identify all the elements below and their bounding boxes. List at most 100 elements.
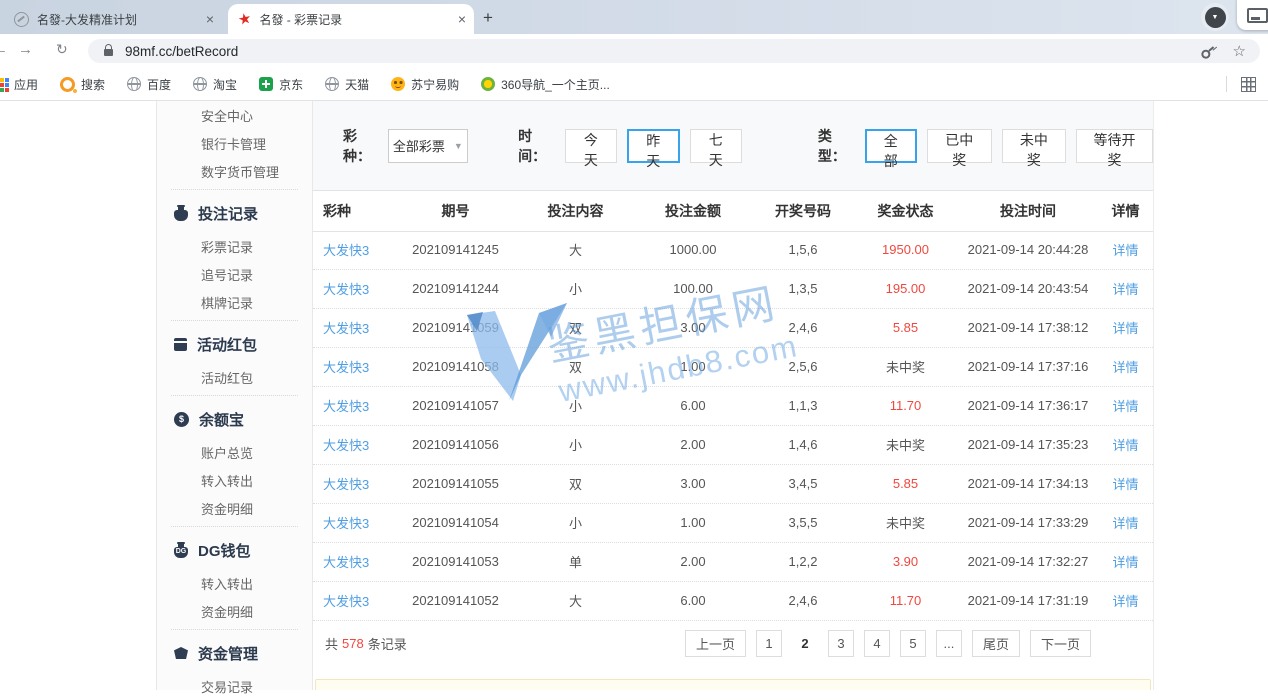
- sidebar-item-transfer-in-out[interactable]: 转入转出: [157, 466, 312, 494]
- bookmark-taobao[interactable]: 淘宝: [193, 76, 237, 93]
- bet-content: 小: [518, 513, 633, 532]
- lottery-link[interactable]: 大发快3: [313, 357, 393, 376]
- bookmark-apps[interactable]: 应用: [0, 76, 38, 93]
- bookmark-tmall[interactable]: 天猫: [325, 76, 369, 93]
- col-header-detail: 详情: [1098, 201, 1153, 221]
- bet-amount: 3.00: [633, 476, 753, 491]
- sidebar-section-bet-records[interactable]: 投注记录: [157, 194, 312, 232]
- bet-time: 2021-09-14 20:44:28: [958, 242, 1098, 257]
- tab-close-icon[interactable]: ×: [454, 11, 470, 27]
- new-tab-button[interactable]: +: [476, 6, 500, 30]
- sidebar-item-board-game-records[interactable]: 棋牌记录: [157, 288, 312, 316]
- lottery-link[interactable]: 大发快3: [313, 279, 393, 298]
- detail-link[interactable]: 详情: [1098, 396, 1153, 415]
- reload-button[interactable]: ↻: [56, 41, 68, 58]
- type-filter-all[interactable]: 全部: [865, 129, 917, 163]
- pagination-last-button[interactable]: 尾页: [972, 630, 1020, 657]
- issue-number: 202109141058: [393, 359, 518, 374]
- tab-bet-record[interactable]: 名發 - 彩票记录 ×: [228, 4, 474, 34]
- issue-number: 202109141244: [393, 281, 518, 296]
- type-filter-won[interactable]: 已中奖: [927, 129, 992, 163]
- type-filter-pending[interactable]: 等待开奖: [1076, 129, 1153, 163]
- detail-link[interactable]: 详情: [1098, 591, 1153, 610]
- bookmark-baidu[interactable]: 百度: [127, 76, 171, 93]
- sidebar-section-activity-red-packet[interactable]: 活动红包: [157, 325, 312, 363]
- lottery-link[interactable]: 大发快3: [313, 240, 393, 259]
- sidebar-item-chase-records[interactable]: 追号记录: [157, 260, 312, 288]
- time-filter-today[interactable]: 今天: [565, 129, 617, 163]
- pagination-page-4[interactable]: 4: [864, 630, 890, 657]
- pagination-ellipsis[interactable]: ...: [936, 630, 962, 657]
- url-text: 98mf.cc/betRecord: [125, 44, 1200, 59]
- sidebar-section-yuebao[interactable]: 余额宝: [157, 400, 312, 438]
- detail-link[interactable]: 详情: [1098, 279, 1153, 298]
- bookmark-jd[interactable]: 京东: [259, 76, 303, 93]
- sidebar-item-bank-card[interactable]: 银行卡管理: [157, 129, 312, 157]
- table-row: 大发快3 202109141057 小 6.00 1,1,3 11.70 202…: [313, 386, 1153, 426]
- pagination-next-button[interactable]: 下一页: [1030, 630, 1091, 657]
- lottery-select[interactable]: 全部彩票 ▼: [388, 129, 468, 163]
- bookmark-search[interactable]: 搜索: [60, 76, 105, 93]
- detail-link[interactable]: 详情: [1098, 240, 1153, 259]
- sidebar-section-fund-management[interactable]: 资金管理: [157, 634, 312, 672]
- sidebar-item-label: 转入转出: [201, 574, 253, 593]
- sidebar-item-account-overview[interactable]: 账户总览: [157, 438, 312, 466]
- draw-numbers: 1,3,5: [753, 281, 853, 296]
- sidebar-item-label: 转入转出: [201, 471, 253, 490]
- issue-number: 202109141245: [393, 242, 518, 257]
- prize-status: 3.90: [853, 554, 958, 569]
- type-filter-lost[interactable]: 未中奖: [1002, 129, 1067, 163]
- sidebar-item-dg-transfer-in-out[interactable]: 转入转出: [157, 569, 312, 597]
- tab-plan[interactable]: 名發-大发精准计划 ×: [10, 7, 218, 31]
- lottery-link[interactable]: 大发快3: [313, 474, 393, 493]
- forward-button[interactable]: →: [18, 41, 33, 58]
- password-key-icon[interactable]: [1196, 40, 1217, 61]
- tab-close-icon[interactable]: ×: [202, 11, 218, 27]
- reading-list-grid-icon[interactable]: [1241, 77, 1256, 92]
- lottery-link[interactable]: 大发快3: [313, 396, 393, 415]
- bookmark-label: 百度: [147, 76, 171, 93]
- window-minimize-button[interactable]: [1237, 0, 1268, 30]
- bookmark-label: 360导航_一个主页...: [501, 76, 610, 93]
- sidebar-item-activity-red-packet[interactable]: 活动红包: [157, 363, 312, 391]
- issue-number: 202109141056: [393, 437, 518, 452]
- sidebar-item-dg-fund-details[interactable]: 资金明细: [157, 597, 312, 625]
- pagination-page-1[interactable]: 1: [756, 630, 782, 657]
- detail-link[interactable]: 详情: [1098, 474, 1153, 493]
- sidebar-section-dg-wallet[interactable]: DG DG钱包: [157, 531, 312, 569]
- pagination-page-2-current[interactable]: 2: [792, 630, 818, 657]
- detail-link[interactable]: 详情: [1098, 513, 1153, 532]
- notice-bar: [315, 679, 1151, 690]
- bet-content: 大: [518, 240, 633, 259]
- detail-link[interactable]: 详情: [1098, 435, 1153, 454]
- time-filter-yesterday[interactable]: 昨天: [627, 129, 679, 163]
- pagination-page-3[interactable]: 3: [828, 630, 854, 657]
- prize-status: 5.85: [853, 320, 958, 335]
- back-button[interactable]: ←: [0, 41, 8, 58]
- record-count: 共 578 条记录: [325, 634, 407, 653]
- pagination-prev-button[interactable]: 上一页: [685, 630, 746, 657]
- address-bar[interactable]: 98mf.cc/betRecord ☆: [88, 39, 1260, 63]
- bookmark-label: 苏宁易购: [411, 76, 459, 93]
- browser-profile-button[interactable]: [1201, 3, 1229, 31]
- lottery-link[interactable]: 大发快3: [313, 435, 393, 454]
- sidebar-item-lottery-records[interactable]: 彩票记录: [157, 232, 312, 260]
- bookmark-360nav[interactable]: 360导航_一个主页...: [481, 76, 610, 93]
- lottery-link[interactable]: 大发快3: [313, 591, 393, 610]
- time-filter-seven-days[interactable]: 七天: [690, 129, 742, 163]
- lottery-link[interactable]: 大发快3: [313, 318, 393, 337]
- detail-link[interactable]: 详情: [1098, 552, 1153, 571]
- prize-status: 未中奖: [853, 435, 958, 454]
- sidebar-item-transaction-records[interactable]: 交易记录: [157, 672, 312, 700]
- bookmark-suning[interactable]: 苏宁易购: [391, 76, 459, 93]
- bet-time: 2021-09-14 17:36:17: [958, 398, 1098, 413]
- sidebar-item-security-center[interactable]: 安全中心: [157, 101, 312, 129]
- lottery-link[interactable]: 大发快3: [313, 513, 393, 532]
- detail-link[interactable]: 详情: [1098, 357, 1153, 376]
- bookmark-star-icon[interactable]: ☆: [1233, 42, 1246, 60]
- sidebar-item-fund-details[interactable]: 资金明细: [157, 494, 312, 522]
- lottery-link[interactable]: 大发快3: [313, 552, 393, 571]
- pagination-page-5[interactable]: 5: [900, 630, 926, 657]
- detail-link[interactable]: 详情: [1098, 318, 1153, 337]
- sidebar-item-digital-currency[interactable]: 数字货币管理: [157, 157, 312, 185]
